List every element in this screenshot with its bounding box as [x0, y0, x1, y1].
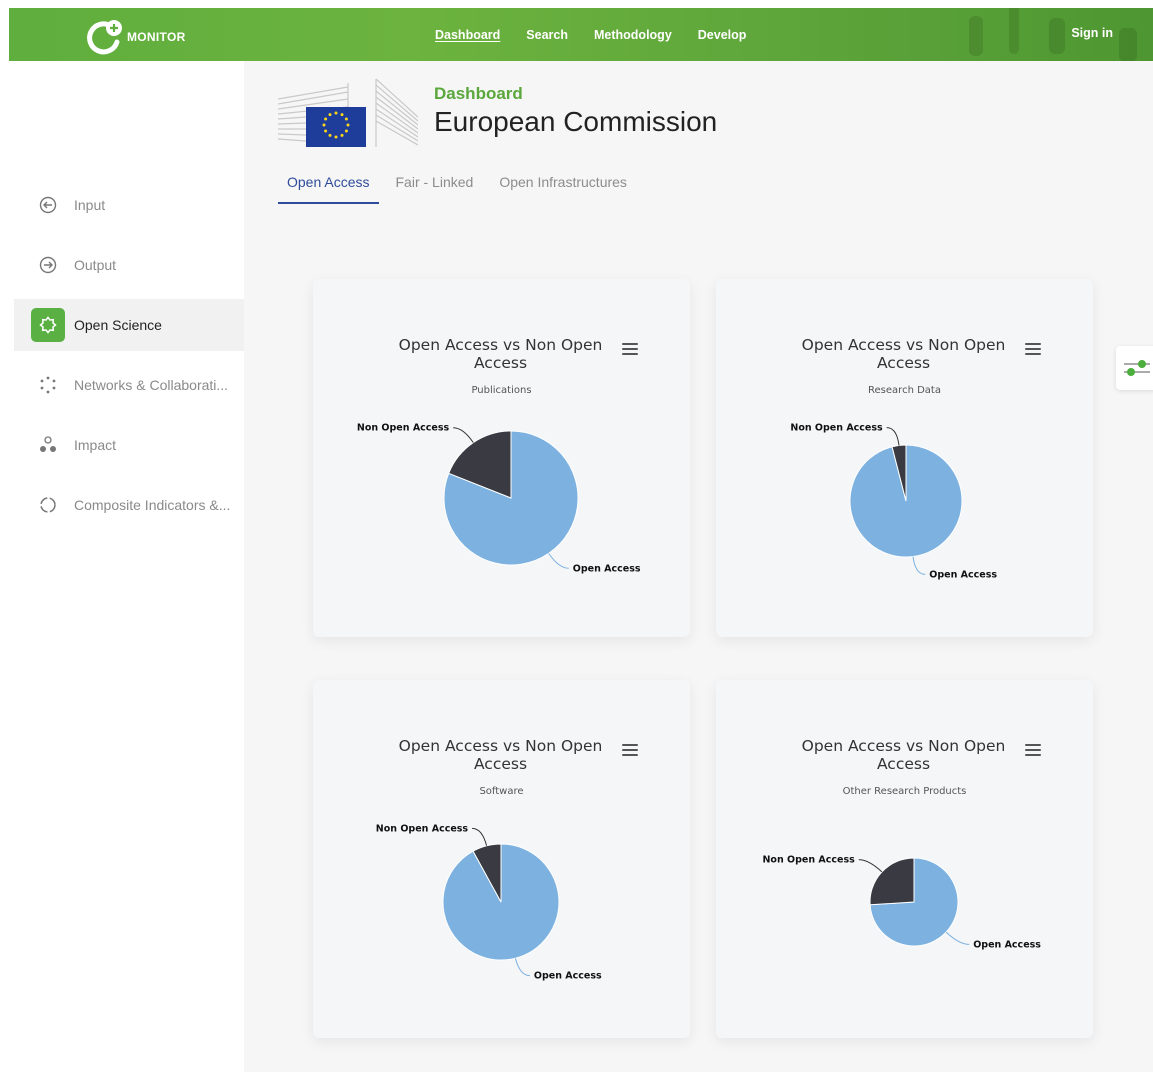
logo-text: MONITOR [127, 30, 186, 44]
sidebar-item-input[interactable]: Input [14, 179, 244, 231]
sign-in-link[interactable]: Sign in [1071, 26, 1113, 40]
tab-open-access[interactable]: Open Access [278, 170, 379, 204]
pie-chart: Open Access Non Open Access [790, 423, 997, 581]
chart-card: Open Access vs Non Open Access Other Res… [716, 680, 1093, 1038]
sidebar-item-label: Open Science [74, 317, 162, 333]
pie-data-label: Open Access [973, 939, 1041, 950]
arrow-out-circle-icon [31, 248, 65, 282]
sliders-icon [1124, 360, 1150, 376]
tab-fair-linked[interactable]: Fair - Linked [387, 170, 483, 204]
sidebar-item-label: Output [74, 257, 117, 273]
pie-label-connector [912, 556, 926, 575]
sidebar: Input Output Open Science Networks & Col… [14, 61, 244, 1072]
european-commission-logo [277, 77, 419, 149]
sidebar-item-output[interactable]: Output [14, 239, 244, 291]
settings-toggle-button[interactable] [1116, 346, 1153, 390]
tab-open-infrastructures[interactable]: Open Infrastructures [490, 170, 636, 204]
chart-card: Open Access vs Non Open Access Publicati… [313, 279, 690, 637]
navbar-decoration [1009, 8, 1019, 54]
navbar-decoration [1119, 28, 1137, 61]
nav-methodology-link[interactable]: Methodology [594, 28, 672, 42]
main-content: Dashboard European Commission Open Acces… [244, 61, 1153, 1072]
navbar-decoration [1049, 18, 1065, 54]
monitor-logo[interactable]: MONITOR [87, 14, 186, 56]
pie-chart: Open Access Non Open Access [357, 423, 641, 575]
section-label: Dashboard [434, 84, 523, 103]
pie-chart: Open Access Non Open Access [376, 823, 602, 982]
open-science-icon [31, 308, 65, 342]
pie-label-connector [472, 827, 488, 846]
pie-slice-non-open-access[interactable] [869, 857, 915, 906]
pie-data-label: Open Access [573, 563, 641, 574]
pie-label-connector [514, 958, 530, 977]
pie-label-connector [886, 427, 900, 446]
page-title: European Commission [434, 106, 718, 137]
pie-data-label: Non Open Access [376, 823, 469, 834]
impact-icon [31, 428, 65, 462]
sidebar-item-open-science[interactable]: Open Science [14, 299, 244, 351]
pie-chart: Open Access Non Open Access [762, 855, 1041, 951]
sidebar-item-label: Composite Indicators &... [74, 497, 231, 513]
pie-data-label: Non Open Access [790, 423, 883, 434]
dashed-circle-icon [31, 488, 65, 522]
sidebar-item-networks[interactable]: Networks & Collaborati... [14, 359, 244, 411]
pie-label-connector [453, 427, 474, 443]
nav-develop-link[interactable]: Develop [698, 28, 747, 42]
navbar-decoration [969, 16, 983, 56]
pie-data-label: Open Access [534, 971, 602, 982]
main-nav: Dashboard Search Methodology Develop [435, 8, 746, 61]
pie-label-connector [548, 553, 569, 569]
indicator-tabs: Open Access Fair - Linked Open Infrastru… [278, 170, 644, 204]
sidebar-item-composite-indicators[interactable]: Composite Indicators &... [14, 479, 244, 531]
pie-data-label: Open Access [929, 569, 997, 580]
sidebar-item-label: Impact [74, 437, 117, 453]
chart-card: Open Access vs Non Open Access Software … [313, 680, 690, 1038]
network-dots-icon [31, 368, 65, 402]
pie-data-label: Non Open Access [357, 423, 450, 434]
nav-search-link[interactable]: Search [526, 28, 568, 42]
top-navbar: MONITOR Dashboard Search Methodology Dev… [9, 8, 1153, 61]
sidebar-item-label: Networks & Collaborati... [74, 377, 229, 393]
pie-data-label: Non Open Access [762, 855, 855, 866]
sidebar-item-impact[interactable]: Impact [14, 419, 244, 471]
pie-label-connector [945, 931, 970, 945]
nav-dashboard-link[interactable]: Dashboard [435, 28, 500, 42]
monitor-logo-icon [87, 18, 125, 56]
arrow-in-circle-icon [31, 188, 65, 222]
chart-card: Open Access vs Non Open Access Research … [716, 279, 1093, 637]
sidebar-item-label: Input [74, 197, 106, 213]
pie-label-connector [858, 859, 883, 873]
